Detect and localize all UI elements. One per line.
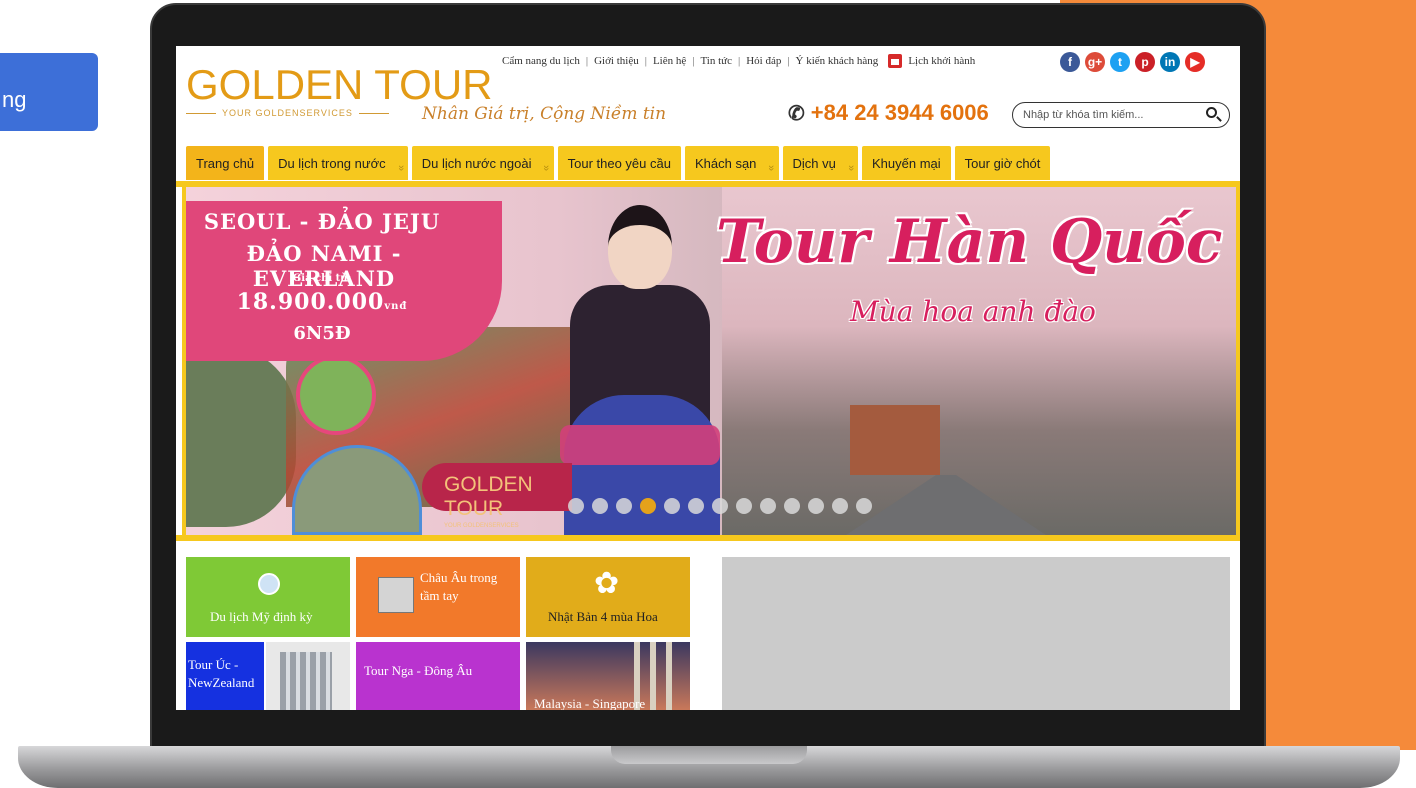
youtube-icon[interactable]: ▶	[1185, 52, 1205, 72]
chevron-down-icon: »	[765, 164, 778, 172]
tile-russia[interactable]: Tour Nga - Đông Âu	[356, 642, 520, 710]
tile-usa[interactable]: Du lịch Mỹ định kỳ	[186, 557, 350, 637]
banner-price-label: Giá chỉ từ:	[292, 273, 352, 284]
tile-europe-label: Châu Âu trong tầm tay	[420, 570, 498, 603]
site-slogan: Nhân Giá trị, Cộng Niềm tin	[422, 104, 667, 124]
banner-price-value: 18.900.000	[236, 289, 385, 315]
toplink-about[interactable]: Giới thiệu	[594, 55, 639, 67]
globe-icon	[258, 573, 280, 595]
toplink-guide[interactable]: Cẩm nang du lịch	[502, 55, 580, 67]
banner-title: Tour Hàn Quốc	[716, 207, 1223, 277]
slider-dot[interactable]	[616, 498, 632, 514]
toplink-contact[interactable]: Liên hệ	[653, 55, 686, 67]
banner-photo-statues	[186, 347, 296, 527]
side-button-label: ng	[2, 87, 27, 112]
laptop-notch	[611, 746, 807, 764]
banner-gate	[850, 405, 940, 475]
logo-tagline-text: YOUR GOLDENSERVICES	[222, 108, 353, 118]
nav-item[interactable]: Trang chủ	[186, 146, 265, 180]
banner-line-1: SEOUL - ĐẢO JEJU	[203, 209, 441, 234]
banner-duration: 6N5Đ	[293, 323, 351, 344]
chevron-down-icon: »	[394, 164, 407, 172]
slider-dot[interactable]	[712, 498, 728, 514]
tile-malaysia[interactable]: Malaysia - Singapore	[526, 642, 690, 710]
nav-item-label: Dịch vụ	[792, 156, 836, 171]
nav-item[interactable]: Tour giờ chót	[954, 146, 1051, 180]
top-links: Cẩm nang du lịch | Giới thiệu | Liên hệ | T…	[502, 54, 976, 68]
tile-australia-label: Tour Úc - NewZealand	[188, 657, 255, 690]
nav-item-label: Du lịch trong nước	[278, 156, 386, 171]
tile-europe[interactable]: Châu Âu trong tầm tay	[356, 557, 520, 637]
tile-usa-label: Du lịch Mỹ định kỳ	[210, 609, 313, 624]
slider-dot[interactable]	[592, 498, 608, 514]
slider-dot[interactable]	[736, 498, 752, 514]
building-icon	[378, 577, 414, 613]
chevron-down-icon: »	[540, 164, 553, 172]
nav-item-label: Tour giờ chót	[964, 156, 1041, 171]
nav-item[interactable]: Khuyến mại	[862, 146, 951, 180]
linkedin-icon[interactable]: in	[1160, 52, 1180, 72]
pinterest-icon[interactable]: p	[1135, 52, 1155, 72]
tile-australia-image[interactable]	[266, 642, 350, 710]
calendar-icon	[888, 54, 903, 68]
nav-item[interactable]: Tour theo yêu cầu	[557, 146, 681, 180]
tile-japan[interactable]: ✿ Nhật Bản 4 mùa Hoa	[526, 557, 690, 637]
tile-australia[interactable]: Tour Úc - NewZealand	[186, 642, 264, 710]
nav-item[interactable]: Du lịch trong nước »	[268, 146, 408, 180]
tile-malaysia-label: Malaysia - Singapore	[534, 696, 646, 710]
hotline[interactable]: ✆ +84 24 3944 6006	[788, 100, 989, 126]
toplink-faq[interactable]: Hỏi đáp	[746, 55, 781, 67]
banner-logo-badge: GOLDEN TOUR YOUR GOLDENSERVICES	[422, 463, 572, 529]
slider-dot[interactable]	[856, 498, 872, 514]
slider-dot[interactable]	[688, 498, 704, 514]
nav-item[interactable]: Du lịch nước ngoài »	[411, 146, 554, 180]
toplink-feedback[interactable]: Ý kiến khách hàng	[796, 55, 879, 67]
slider-dot[interactable]	[808, 498, 824, 514]
banner-price: 18.900.000vnđ	[192, 289, 452, 315]
phone-icon: ✆	[788, 102, 805, 125]
side-button[interactable]: ng	[0, 53, 98, 131]
phone-number: +84 24 3944 6006	[810, 100, 989, 125]
slider-dot[interactable]	[568, 498, 584, 514]
toplink-schedule[interactable]: Lịch khởi hành	[908, 55, 975, 67]
nav-item[interactable]: Dịch vụ »	[782, 146, 859, 180]
google-plus-icon[interactable]: g+	[1085, 52, 1105, 72]
video-placeholder[interactable]	[722, 557, 1230, 710]
slider-dot[interactable]	[760, 498, 776, 514]
search-placeholder: Nhập từ khóa tìm kiếm...	[1023, 109, 1144, 121]
logo-text: GOLDEN TOUR	[186, 61, 493, 108]
slider-dot[interactable]	[784, 498, 800, 514]
slider-dot[interactable]	[664, 498, 680, 514]
nav-item-label: Khách sạn	[694, 156, 757, 171]
twitter-icon[interactable]: t	[1110, 52, 1130, 72]
tile-japan-label: Nhật Bản 4 mùa Hoa	[548, 609, 658, 624]
search-icon[interactable]	[1206, 107, 1217, 118]
search-input[interactable]: Nhập từ khóa tìm kiếm...	[1012, 102, 1230, 128]
social-icons: f g+ t p in ▶	[1060, 52, 1205, 72]
banner-bottom-border	[176, 535, 1240, 541]
nav-item[interactable]: Khách sạn »	[684, 146, 779, 180]
tile-russia-label: Tour Nga - Đông Âu	[364, 663, 473, 678]
banner-price-unit: vnđ	[384, 301, 408, 312]
slider-dots	[568, 498, 872, 514]
banner-logo-text: GOLDEN TOUR	[444, 473, 533, 520]
laptop-screen: GOLDEN TOUR YOUR GOLDENSERVICES Nhân Giá…	[176, 46, 1240, 710]
banner-logo-sub: YOUR GOLDENSERVICES	[444, 523, 519, 529]
banner-photo-garden	[296, 355, 376, 435]
flower-icon: ✿	[594, 567, 620, 600]
banner-subtitle: Mùa hoa anh đào	[850, 295, 1096, 328]
skyscraper-image	[280, 652, 332, 710]
slider-dot[interactable]	[640, 498, 656, 514]
nav-item-label: Tour theo yêu cầu	[567, 156, 671, 171]
toplink-news[interactable]: Tin tức	[700, 55, 732, 67]
facebook-icon[interactable]: f	[1060, 52, 1080, 72]
slider-dot[interactable]	[832, 498, 848, 514]
nav-item-label: Du lịch nước ngoài	[421, 156, 532, 171]
banner-model	[560, 205, 724, 535]
nav-item-label: Trang chủ	[196, 156, 255, 171]
chevron-down-icon: »	[844, 164, 857, 172]
main-nav: Trang chủ Du lịch trong nước» Du lịch nước…	[176, 146, 1240, 186]
hero-banner[interactable]: SEOUL - ĐẢO JEJU ĐẢO NAMI - EVERLAND Giá…	[182, 187, 1240, 535]
nav-item-label: Khuyến mại	[872, 156, 941, 171]
